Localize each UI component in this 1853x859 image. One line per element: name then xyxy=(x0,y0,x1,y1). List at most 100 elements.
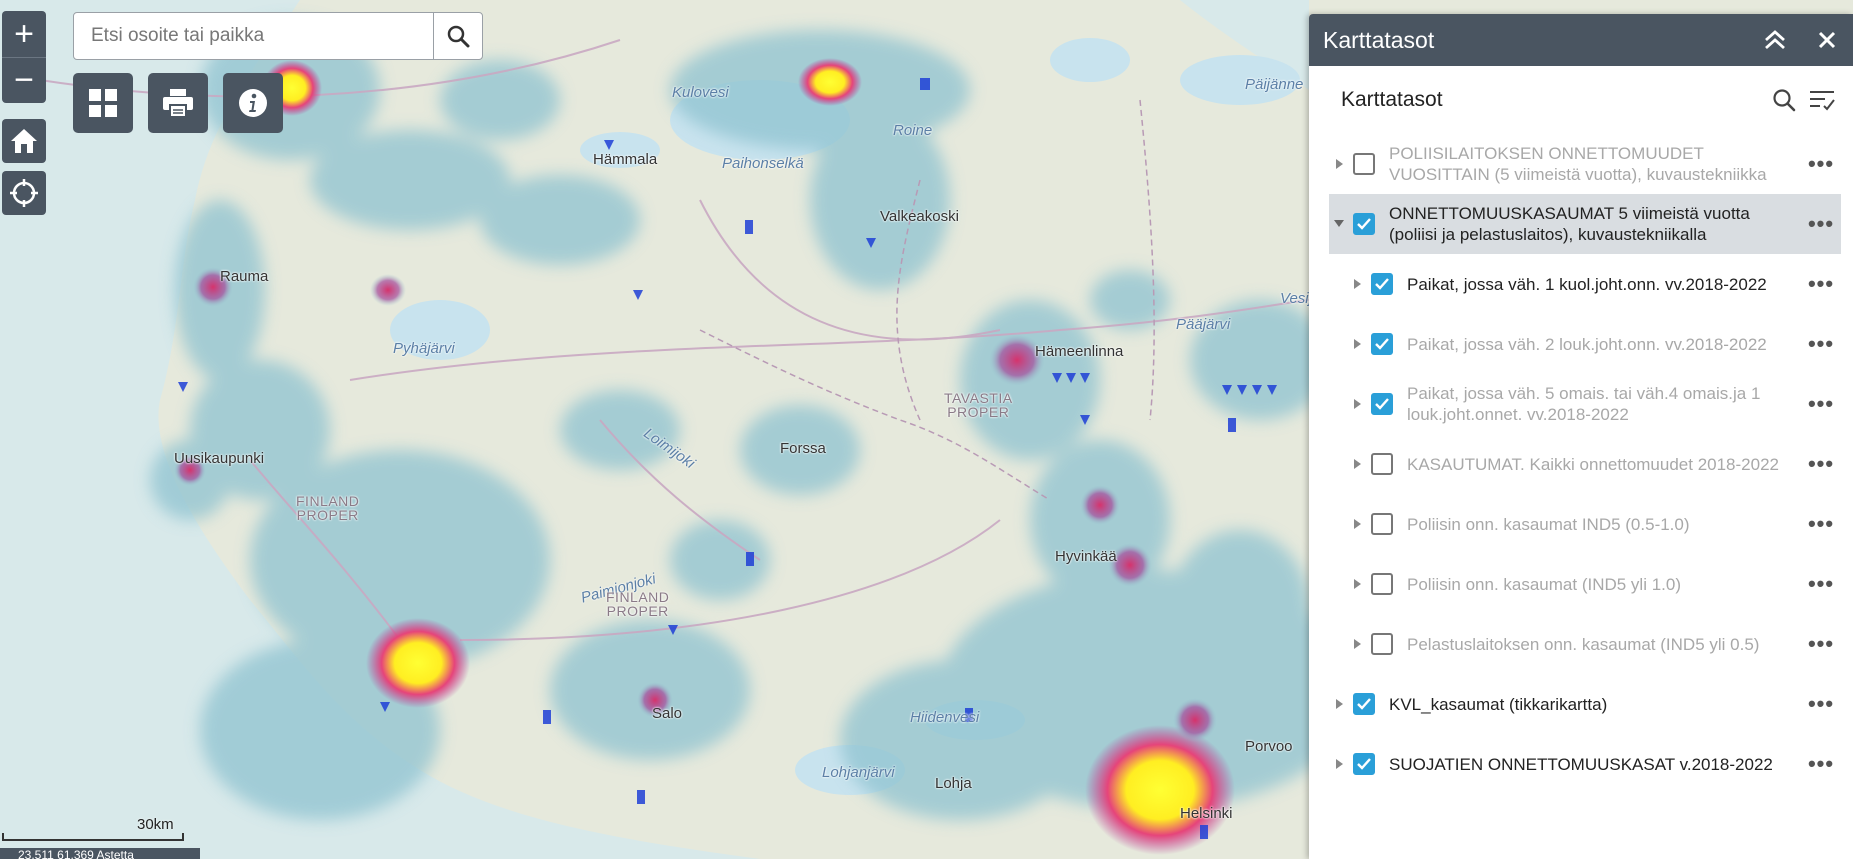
place-label: Lohjanjärvi xyxy=(822,764,895,781)
layer-more-options-button[interactable]: ••• xyxy=(1801,151,1841,177)
layer-list: POLIISILAITOKSEN ONNETTOMUUDET VUOSITTAI… xyxy=(1309,134,1853,794)
locate-button[interactable] xyxy=(2,171,46,215)
caret-right-icon[interactable] xyxy=(1347,459,1367,469)
place-label: Hämeenlinna xyxy=(1035,343,1123,360)
caret-right-icon[interactable] xyxy=(1347,279,1367,289)
place-label: Paihonselkä xyxy=(722,155,804,172)
double-chevron-up-icon xyxy=(1764,30,1786,50)
layer-more-options-button[interactable]: ••• xyxy=(1801,751,1841,777)
crosshair-icon xyxy=(9,178,39,208)
layer-row[interactable]: Paikat, jossa väh. 1 kuol.joht.onn. vv.2… xyxy=(1329,254,1841,314)
place-label: Hyvinkää xyxy=(1055,548,1117,565)
region-label: FINLAND PROPER xyxy=(606,590,669,618)
caret-right-icon[interactable] xyxy=(1329,759,1349,769)
layer-visibility-checkbox[interactable] xyxy=(1371,453,1393,475)
layer-name: POLIISILAITOKSEN ONNETTOMUUDET VUOSITTAI… xyxy=(1389,143,1801,185)
layer-list-panel: Karttatasot Karttatasot xyxy=(1309,14,1853,859)
zoom-control: + − xyxy=(2,11,46,103)
layer-row[interactable]: Poliisin onn. kasaumat IND5 (0.5-1.0)••• xyxy=(1329,494,1841,554)
caret-right-icon[interactable] xyxy=(1347,399,1367,409)
search-icon xyxy=(1772,88,1796,112)
layer-row[interactable]: Paikat, jossa väh. 5 omais. tai väh.4 om… xyxy=(1329,374,1841,434)
place-label: Lohja xyxy=(935,775,972,792)
printer-icon xyxy=(162,88,194,118)
layer-visibility-checkbox[interactable] xyxy=(1371,513,1393,535)
search-button[interactable] xyxy=(433,13,482,59)
collapse-panel-button[interactable] xyxy=(1749,14,1801,66)
info-icon xyxy=(238,88,268,118)
layer-more-options-button[interactable]: ••• xyxy=(1801,691,1841,717)
layer-name: Pelastuslaitoksen onn. kasaumat (IND5 yl… xyxy=(1407,634,1801,655)
basemap-gallery-button[interactable] xyxy=(73,73,133,133)
layer-visibility-checkbox[interactable] xyxy=(1371,273,1393,295)
caret-right-icon[interactable] xyxy=(1347,579,1367,589)
layer-more-options-button[interactable]: ••• xyxy=(1801,571,1841,597)
layer-visibility-checkbox[interactable] xyxy=(1353,753,1375,775)
zoom-out-button[interactable]: − xyxy=(2,57,46,104)
caret-right-icon[interactable] xyxy=(1347,339,1367,349)
layer-name: KVL_kasaumat (tikkarikartta) xyxy=(1389,694,1801,715)
caret-down-icon[interactable] xyxy=(1329,220,1349,228)
search-input[interactable] xyxy=(74,13,433,59)
layer-row[interactable]: KVL_kasaumat (tikkarikartta)••• xyxy=(1329,674,1841,734)
place-label: Päijänne xyxy=(1245,76,1303,93)
place-label: Uusikaupunki xyxy=(174,450,264,467)
close-icon xyxy=(1818,31,1836,49)
close-panel-button[interactable] xyxy=(1801,14,1853,66)
filter-list-icon xyxy=(1808,88,1836,112)
layer-more-options-button[interactable]: ••• xyxy=(1801,271,1841,297)
checkmark-icon xyxy=(1375,278,1389,290)
layer-name: Paikat, jossa väh. 2 louk.joht.onn. vv.2… xyxy=(1407,334,1801,355)
place-label: Forssa xyxy=(780,440,826,457)
about-button[interactable] xyxy=(223,73,283,133)
caret-right-icon[interactable] xyxy=(1347,639,1367,649)
layer-visibility-checkbox[interactable] xyxy=(1371,333,1393,355)
layer-more-options-button[interactable]: ••• xyxy=(1801,631,1841,657)
caret-right-icon[interactable] xyxy=(1329,159,1349,169)
grid-icon xyxy=(88,88,118,118)
layer-more-options-button[interactable]: ••• xyxy=(1801,451,1841,477)
scale-label: 30km xyxy=(137,816,174,833)
layer-row[interactable]: Paikat, jossa väh. 2 louk.joht.onn. vv.2… xyxy=(1329,314,1841,374)
layer-row[interactable]: Poliisin onn. kasaumat (IND5 yli 1.0)••• xyxy=(1329,554,1841,614)
search-layers-button[interactable] xyxy=(1765,81,1803,119)
layer-options-button[interactable] xyxy=(1803,81,1841,119)
layer-more-options-button[interactable]: ••• xyxy=(1801,391,1841,417)
place-label: Pyhäjärvi xyxy=(393,340,455,357)
layer-visibility-checkbox[interactable] xyxy=(1371,393,1393,415)
checkmark-icon xyxy=(1357,218,1371,230)
layer-visibility-checkbox[interactable] xyxy=(1353,153,1375,175)
layer-more-options-button[interactable]: ••• xyxy=(1801,211,1841,237)
zoom-in-button[interactable]: + xyxy=(2,11,46,57)
layer-row[interactable]: POLIISILAITOKSEN ONNETTOMUUDET VUOSITTAI… xyxy=(1329,134,1841,194)
layer-visibility-checkbox[interactable] xyxy=(1353,213,1375,235)
layer-name: KASAUTUMAT. Kaikki onnettomuudet 2018-20… xyxy=(1407,454,1801,475)
home-button[interactable] xyxy=(2,119,46,163)
place-label: Kulovesi xyxy=(672,84,729,101)
scale-bar xyxy=(2,833,184,841)
layer-more-options-button[interactable]: ••• xyxy=(1801,331,1841,357)
layer-row[interactable]: KASAUTUMAT. Kaikki onnettomuudet 2018-20… xyxy=(1329,434,1841,494)
layer-visibility-checkbox[interactable] xyxy=(1353,693,1375,715)
layer-name: Paikat, jossa väh. 1 kuol.joht.onn. vv.2… xyxy=(1407,274,1801,295)
checkmark-icon xyxy=(1375,398,1389,410)
layer-more-options-button[interactable]: ••• xyxy=(1801,511,1841,537)
layer-row[interactable]: SUOJATIEN ONNETTOMUUSKASAT v.2018-2022••… xyxy=(1329,734,1841,794)
layer-row[interactable]: Pelastuslaitoksen onn. kasaumat (IND5 yl… xyxy=(1329,614,1841,674)
panel-subtitle: Karttatasot xyxy=(1341,88,1765,112)
caret-right-icon[interactable] xyxy=(1329,699,1349,709)
layer-row[interactable]: ONNETTOMUUSKASAUMAT 5 viimeistä vuotta (… xyxy=(1329,194,1841,254)
checkmark-icon xyxy=(1375,338,1389,350)
layer-name: Poliisin onn. kasaumat (IND5 yli 1.0) xyxy=(1407,574,1801,595)
layer-visibility-checkbox[interactable] xyxy=(1371,573,1393,595)
checkmark-icon xyxy=(1357,698,1371,710)
layer-name: SUOJATIEN ONNETTOMUUSKASAT v.2018-2022 xyxy=(1389,754,1801,775)
print-button[interactable] xyxy=(148,73,208,133)
region-label: TAVASTIA PROPER xyxy=(944,391,1013,419)
layer-visibility-checkbox[interactable] xyxy=(1371,633,1393,655)
home-icon xyxy=(9,127,39,155)
place-label: Salo xyxy=(652,705,682,722)
caret-right-icon[interactable] xyxy=(1347,519,1367,529)
search-box xyxy=(73,12,483,60)
layer-name: ONNETTOMUUSKASAUMAT 5 viimeistä vuotta (… xyxy=(1389,203,1801,245)
